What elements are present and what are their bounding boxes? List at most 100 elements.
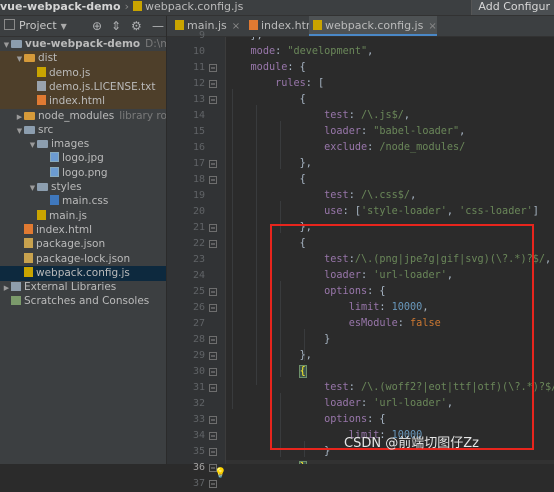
code-token: }, (250, 222, 312, 233)
base-indent (226, 254, 251, 265)
tree-item-label: index.html (36, 223, 92, 236)
tree-item[interactable]: package.json (0, 237, 166, 252)
code-token: : (379, 302, 392, 313)
code-line[interactable]: { (226, 172, 306, 188)
code-line[interactable]: exclude: /node_modules/ (226, 140, 465, 156)
tree-item[interactable]: ▶ node_modules library root (0, 109, 166, 124)
code-line[interactable]: use: ['style-loader', 'css-loader'] (226, 204, 539, 220)
fold-marker-icon[interactable] (209, 336, 217, 344)
add-configuration-button[interactable]: Add Configur (471, 0, 554, 15)
tree-item[interactable]: Scratches and Consoles (0, 294, 166, 309)
fold-marker-icon[interactable] (209, 176, 217, 184)
code-line[interactable]: esModule: false (226, 316, 441, 332)
fold-marker-icon[interactable] (209, 464, 217, 472)
tree-item[interactable]: index.html (0, 223, 166, 238)
editor-tab[interactable]: webpack.config.js × (309, 16, 437, 36)
gear-icon[interactable]: ⚙ (131, 16, 142, 36)
fold-marker-icon[interactable] (209, 416, 217, 424)
code-line[interactable]: rules: [ (226, 76, 324, 92)
fold-marker-icon[interactable] (209, 80, 217, 88)
code-line[interactable]: options: { (226, 412, 385, 428)
tree-item[interactable]: logo.jpg (0, 151, 166, 166)
tree-item[interactable]: ▼ vue-webpack-demo D:\myWork (0, 37, 166, 52)
code-line[interactable]: }, (226, 156, 312, 172)
project-header: Project ▼ ⊕ ⇕ ⚙ — (0, 16, 166, 37)
tree-item[interactable]: ▼ src (0, 123, 166, 138)
tree-item[interactable]: logo.png (0, 166, 166, 181)
fold-marker-icon[interactable] (209, 64, 217, 72)
code-line[interactable]: limit: 10000, (226, 300, 429, 316)
fold-marker-icon[interactable] (209, 480, 217, 488)
fold-marker-icon[interactable] (209, 240, 217, 248)
expand-arrow-icon[interactable]: ▼ (28, 181, 37, 195)
minimize-icon[interactable]: — (152, 16, 164, 36)
tree-item-label: main.js (49, 209, 87, 222)
close-tab-icon[interactable]: × (428, 21, 436, 32)
crosshair-icon[interactable]: ⊕ (92, 16, 102, 36)
tree-item[interactable]: demo.js (0, 65, 166, 81)
fold-marker-icon[interactable] (209, 448, 217, 456)
fold-marker-icon[interactable] (209, 352, 217, 360)
collapse-icon[interactable]: ⇕ (111, 16, 121, 36)
code-line[interactable]: test: /\.css$/, (226, 188, 416, 204)
expand-arrow-icon[interactable]: ▼ (28, 138, 37, 152)
fold-marker-icon[interactable] (209, 224, 217, 232)
collapse-arrow-icon[interactable]: ▶ (2, 281, 11, 295)
expand-arrow-icon[interactable]: ▼ (15, 124, 24, 138)
code-line[interactable]: }, (226, 37, 263, 44)
fold-marker-icon[interactable] (209, 304, 217, 312)
breadcrumb-project[interactable]: vue-webpack-demo (0, 0, 121, 13)
code-line[interactable]: loader: 'url-loader', (226, 268, 453, 284)
close-tab-icon[interactable]: × (232, 21, 240, 32)
project-tool-window: Project▼ ⊕ ⇕ ⚙ — ▼vue-webpack-demoD:\myW… (0, 16, 167, 464)
tree-item[interactable]: main.js (0, 209, 166, 224)
breadcrumb-file[interactable]: webpack.config.js (145, 0, 243, 13)
tree-item[interactable]: demo.js.LICENSE.txt (0, 79, 166, 95)
code-line[interactable]: } (226, 460, 554, 464)
code-line[interactable]: test: /\.js$/, (226, 108, 410, 124)
tree-item[interactable]: ▶ External Libraries (0, 280, 166, 295)
code-line[interactable]: { (226, 92, 306, 108)
fold-marker-icon[interactable] (209, 368, 217, 376)
code-line[interactable]: }, (226, 220, 312, 236)
tree-item[interactable]: ▼ styles (0, 180, 166, 195)
line-number: 31 (192, 382, 205, 393)
code-line[interactable]: module: { (226, 60, 306, 76)
project-view-selector[interactable]: Project ▼ (4, 16, 67, 37)
code-line[interactable]: } (226, 444, 330, 460)
tree-item[interactable]: ▼ images (0, 137, 166, 152)
base-indent (226, 37, 251, 41)
code-line[interactable]: loader: "babel-loader", (226, 124, 465, 140)
collapse-arrow-icon[interactable]: ▶ (15, 110, 24, 124)
editor-tab[interactable]: index.html× (245, 16, 333, 36)
code-line[interactable]: options: { (226, 284, 385, 300)
tree-item[interactable]: ▼ dist (0, 51, 166, 67)
expand-arrow-icon[interactable]: ▼ (15, 52, 24, 66)
tree-item-path: library root (119, 109, 166, 122)
code-line[interactable]: loader: 'url-loader', (226, 396, 453, 412)
tree-item[interactable]: package-lock.json (0, 252, 166, 267)
code-line[interactable]: } (226, 332, 330, 348)
tree-item-label: logo.jpg (62, 152, 104, 165)
fold-marker-icon[interactable] (209, 288, 217, 296)
fold-marker-icon[interactable] (209, 384, 217, 392)
code-line[interactable]: mode: "development", (226, 44, 374, 60)
fold-marker-icon[interactable] (209, 96, 217, 104)
fold-marker-icon[interactable] (209, 432, 217, 440)
tree-item[interactable]: index.html (0, 94, 166, 110)
code-line[interactable]: { (226, 364, 307, 380)
code-token: { (250, 174, 306, 185)
code-line[interactable]: test: /\.(woff2?|eot|ttf|otf)(\?.*)?$/, (226, 380, 554, 396)
tree-item[interactable]: webpack.config.js (0, 265, 166, 281)
code-editor[interactable]: }, mode: "development", module: { rules:… (226, 37, 554, 464)
tree-item[interactable]: main.css (0, 194, 166, 209)
code-line[interactable]: test:/\.(png|jpe?g|gif|svg)(\?.*)?$/, (226, 252, 551, 268)
expand-arrow-icon[interactable]: ▼ (2, 38, 11, 52)
code-line[interactable]: { (226, 236, 306, 252)
fold-marker-icon[interactable] (209, 160, 217, 168)
code-line[interactable]: }, (226, 348, 312, 364)
tree-item-label: styles (51, 181, 82, 193)
